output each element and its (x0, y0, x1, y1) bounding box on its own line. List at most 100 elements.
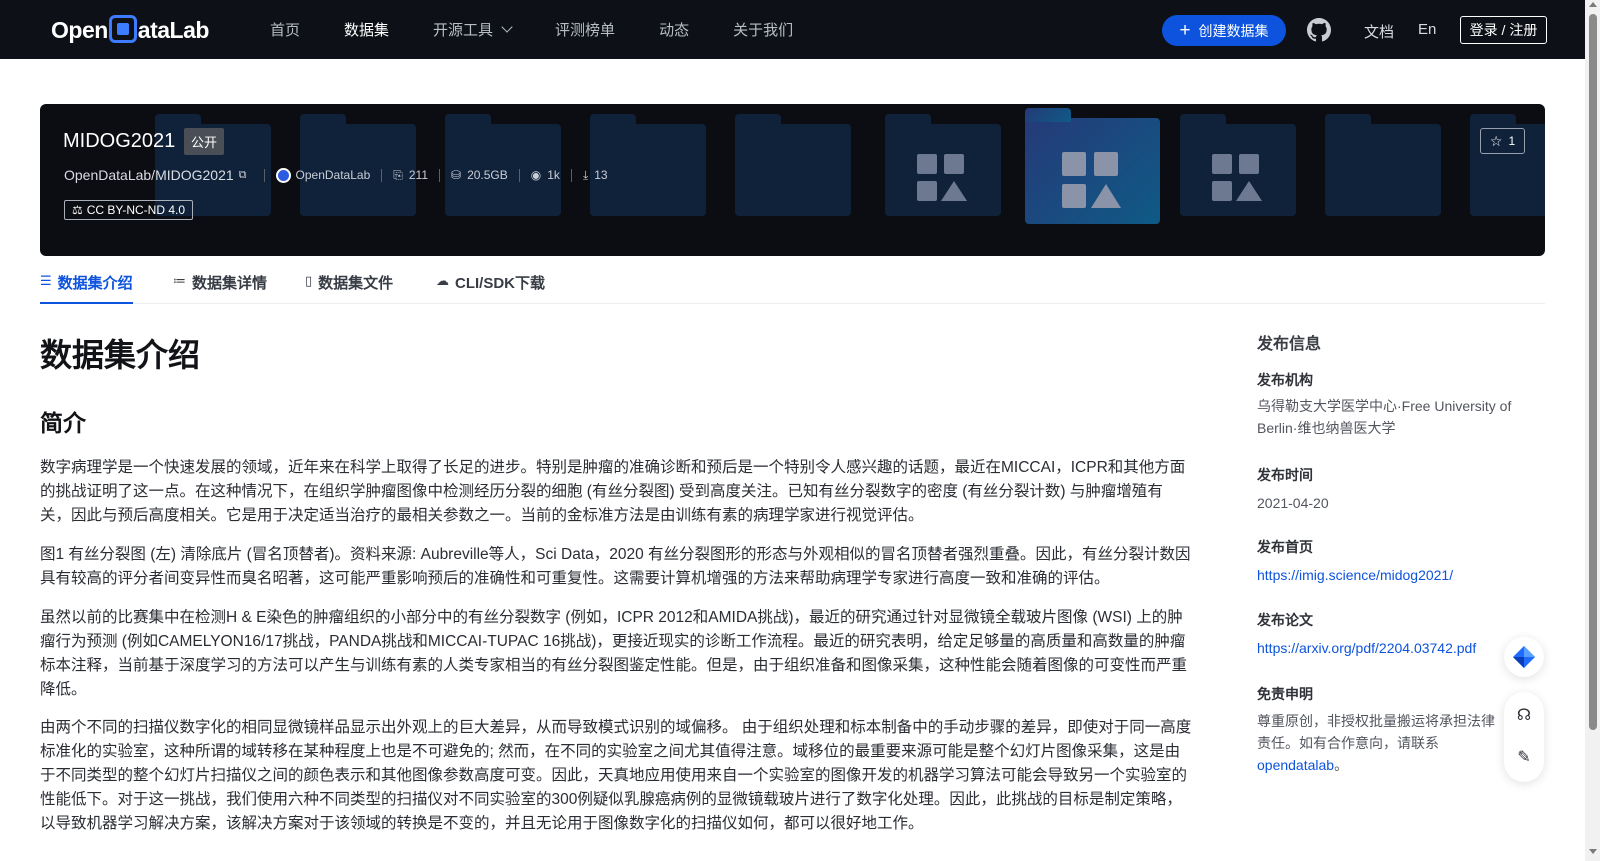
feedback-icon[interactable]: ✎ (1515, 748, 1533, 766)
publisher-org-value: 乌得勒支大学医学中心·Free University of Berlin·维也纳… (1257, 398, 1512, 436)
login-register-button[interactable]: 登录 / 注册 (1460, 16, 1547, 44)
github-icon[interactable] (1307, 18, 1331, 42)
tab-cli-sdk[interactable]: ☁ CLI/SDK下载 (436, 272, 545, 304)
file-count-icon: ⎘ (393, 167, 403, 182)
database-icon: ☰ (40, 273, 52, 288)
copy-icon[interactable]: ⧉ (239, 169, 247, 182)
dataset-tabs: ☰ 数据集介绍 ≔ 数据集详情 ▯ 数据集文件 ☁ CLI/SDK下载 (40, 262, 1545, 304)
top-nav: Open ataLab 首页 数据集 开源工具 评测榜单 动态 关于我们 + 创… (0, 0, 1585, 59)
homepage-label: 发布首页 (1257, 539, 1313, 555)
create-dataset-button[interactable]: + 创建数据集 (1162, 15, 1286, 46)
folder-highlight-decoration (1025, 108, 1160, 224)
tab-files[interactable]: ▯ 数据集文件 (305, 272, 393, 304)
divider (263, 168, 265, 182)
logo-d-icon (108, 15, 137, 43)
view-count: 1k (547, 168, 560, 182)
nav-item-datasets[interactable]: 数据集 (344, 19, 389, 40)
license-label: CC BY-NC-ND 4.0 (86, 203, 186, 217)
folder-decoration (1180, 114, 1296, 216)
intro-paragraph: 图1 有丝分裂图 (左) 清除底片 (冒名顶替者)。资料来源: Aubrevil… (40, 546, 1191, 587)
publish-date-label: 发布时间 (1257, 467, 1313, 483)
download-icon: ⤓ (582, 167, 589, 182)
logo-text-open: Open (51, 16, 108, 43)
language-switch[interactable]: En (1418, 21, 1436, 38)
folder-square (944, 154, 964, 174)
paper-link[interactable]: https://arxiv.org/pdf/2204.03742.pdf (1257, 637, 1532, 659)
cloud-icon: ☁ (436, 273, 449, 288)
page-title: 数据集介绍 (40, 337, 201, 373)
section-heading: 简介 (40, 410, 86, 436)
folder-square (917, 154, 937, 174)
contact-link[interactable]: opendatalab (1257, 757, 1334, 773)
scroll-down-arrow[interactable] (1589, 849, 1597, 854)
dataset-title: MIDOG2021 (63, 130, 176, 152)
folder-decoration (735, 114, 851, 216)
nav-item-label: 开源工具 (433, 22, 494, 39)
tab-label: 数据集文件 (318, 275, 394, 292)
folder-decoration (1325, 114, 1441, 216)
star-button[interactable]: ☆ 1 (1480, 128, 1525, 154)
nav-item-about[interactable]: 关于我们 (733, 19, 793, 40)
assistant-button[interactable] (1504, 637, 1544, 677)
nav-item-label: 动态 (659, 22, 690, 39)
folder-square (1062, 152, 1086, 176)
disclaimer-text: 尊重原创，非授权批量搬运将承担法律责任。如有合作意向，请联系 opendatala… (1257, 710, 1507, 776)
docs-link[interactable]: 文档 (1364, 21, 1394, 42)
tab-introduction[interactable]: ☰ 数据集介绍 (40, 272, 133, 304)
plus-icon: + (1179, 20, 1191, 41)
disclaimer-end: 。 (1334, 757, 1349, 773)
tab-label: CLI/SDK下载 (455, 275, 546, 292)
folder-decoration (885, 114, 1001, 216)
dataset-size: 20.5GB (467, 168, 508, 182)
eye-icon: ◉ (530, 168, 542, 182)
disclaimer-label: 免责申明 (1257, 686, 1313, 702)
divider (439, 168, 440, 182)
tab-label: 数据集详情 (192, 275, 268, 292)
assistant-icon (1513, 646, 1535, 668)
tab-details[interactable]: ≔ 数据集详情 (173, 272, 267, 304)
intro-paragraph: 虽然以前的比赛集中在检测H & E染色的肿瘤组织的小部分中的有丝分裂数字 (例如… (40, 609, 1188, 698)
storage-icon: ⛁ (451, 168, 462, 182)
chevron-down-icon (501, 20, 513, 33)
dataset-meta: OpenDataLab/MIDOG2021 ⧉ OpenDataLab ⎘ 21… (64, 166, 608, 184)
intro-paragraph: 数字病理学是一个快速发展的领域，近年来在科学上取得了长足的进步。特别是肿瘤的准确… (40, 459, 1186, 524)
download-count: 13 (594, 168, 608, 182)
publisher-name[interactable]: OpenDataLab (296, 168, 371, 182)
logo-text-datalab: ataLab (137, 16, 210, 43)
folder-triangle (941, 181, 967, 201)
publish-info-title: 发布信息 (1257, 336, 1322, 353)
license-badge[interactable]: ⚖ CC BY-NC-ND 4.0 (64, 200, 194, 220)
opendatalab-logo[interactable]: Open ataLab (51, 13, 209, 47)
nav-item-open-tools[interactable]: 开源工具 (433, 19, 513, 40)
disclaimer-body: 尊重原创，非授权批量搬运将承担法律责任。如有合作意向，请联系 (1257, 713, 1495, 751)
nav-item-label: 评测榜单 (555, 22, 616, 39)
nav-item-leaderboard[interactable]: 评测榜单 (555, 19, 615, 40)
star-count: 1 (1508, 134, 1516, 148)
nav-menu: 首页 数据集 开源工具 评测榜单 动态 关于我们 (270, 0, 837, 59)
homepage-link[interactable]: https://imig.science/midog2021/ (1257, 564, 1532, 586)
nav-item-label: 首页 (270, 22, 301, 39)
floating-actions: ☊ ✎ (1504, 692, 1544, 782)
dataset-path: OpenDataLab/MIDOG2021 (64, 167, 234, 183)
divider (381, 168, 383, 182)
folder-square (1212, 154, 1232, 174)
paper-label: 发布论文 (1257, 612, 1313, 628)
login-label: 登录 / 注册 (1469, 22, 1538, 38)
scroll-up-arrow[interactable] (1589, 2, 1597, 7)
nav-item-label: 关于我们 (733, 22, 794, 39)
publisher-avatar (275, 167, 291, 183)
folder-square (1212, 181, 1232, 201)
folder-square (917, 181, 937, 201)
nav-item-home[interactable]: 首页 (270, 19, 300, 40)
scrollbar-thumb[interactable] (1589, 14, 1597, 730)
nav-item-news[interactable]: 动态 (659, 19, 689, 40)
headset-icon[interactable]: ☊ (1515, 706, 1533, 724)
divider (570, 168, 572, 182)
nav-item-label: 数据集 (344, 22, 390, 39)
star-icon: ☆ (1489, 132, 1503, 149)
folder-triangle (1236, 181, 1262, 201)
list-icon: ≔ (173, 273, 186, 288)
visibility-badge: 公开 (184, 128, 224, 155)
tab-label: 数据集介绍 (57, 275, 133, 292)
folder-triangle (1091, 184, 1121, 208)
